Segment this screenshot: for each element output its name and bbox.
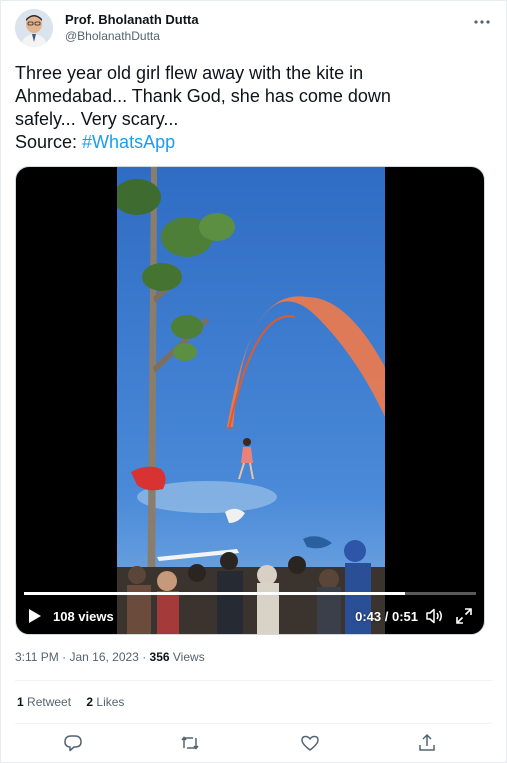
more-horizontal-icon[interactable] [472,15,492,27]
video-views: 108 views [53,609,114,624]
share-icon[interactable] [417,733,437,753]
hashtag-link[interactable]: #WhatsApp [82,132,175,152]
user-name[interactable]: Prof. Bholanath Dutta [65,12,199,27]
video-time: 0:43 / 0:51 [355,609,418,624]
tweet-stats: 1 Retweet 2 Likes [17,695,136,709]
views-label: Views [169,650,205,664]
tweet-text: Three year old girl flew away with the k… [15,62,485,154]
user-handle[interactable]: @BholanathDutta [65,29,160,43]
retweet-icon[interactable] [180,733,200,753]
video-progress-fill [24,592,406,595]
fullscreen-icon[interactable] [456,608,472,624]
tweet-line: Source: #WhatsApp [15,131,485,154]
tweet-meta: 3:11 PM · Jan 16, 2023 · 356 Views [15,650,205,664]
tweet-actions [15,731,492,757]
volume-icon[interactable] [426,608,444,624]
retweets-label: Retweet [23,695,72,709]
source-label: Source: [15,132,83,152]
reply-icon[interactable] [63,733,83,753]
likes-stat[interactable]: 2 Likes [86,695,124,709]
tweet-card: Prof. Bholanath Dutta @BholanathDutta Th… [0,0,507,763]
tweet-timestamp[interactable]: 3:11 PM · Jan 16, 2023 · [15,650,150,664]
divider [15,723,492,724]
tweet-header: Prof. Bholanath Dutta @BholanathDutta [15,9,492,49]
tweet-line: safely... Very scary... [15,109,179,129]
video-frame[interactable] [117,167,385,635]
retweets-stat[interactable]: 1 Retweet [17,695,71,709]
play-icon[interactable] [28,608,42,624]
video-progress-bar[interactable] [24,592,476,595]
retweets-count: 1 [17,695,24,709]
likes-label: Likes [93,695,125,709]
avatar[interactable] [15,9,53,47]
tweet-line: Ahmedabad... Thank God, she has come dow… [15,86,391,106]
heart-icon[interactable] [300,733,320,753]
video-player[interactable]: 108 views 0:43 / 0:51 [15,166,485,635]
views-count: 356 [149,650,170,664]
tweet-line: Three year old girl flew away with the k… [15,63,364,83]
divider [15,680,492,681]
